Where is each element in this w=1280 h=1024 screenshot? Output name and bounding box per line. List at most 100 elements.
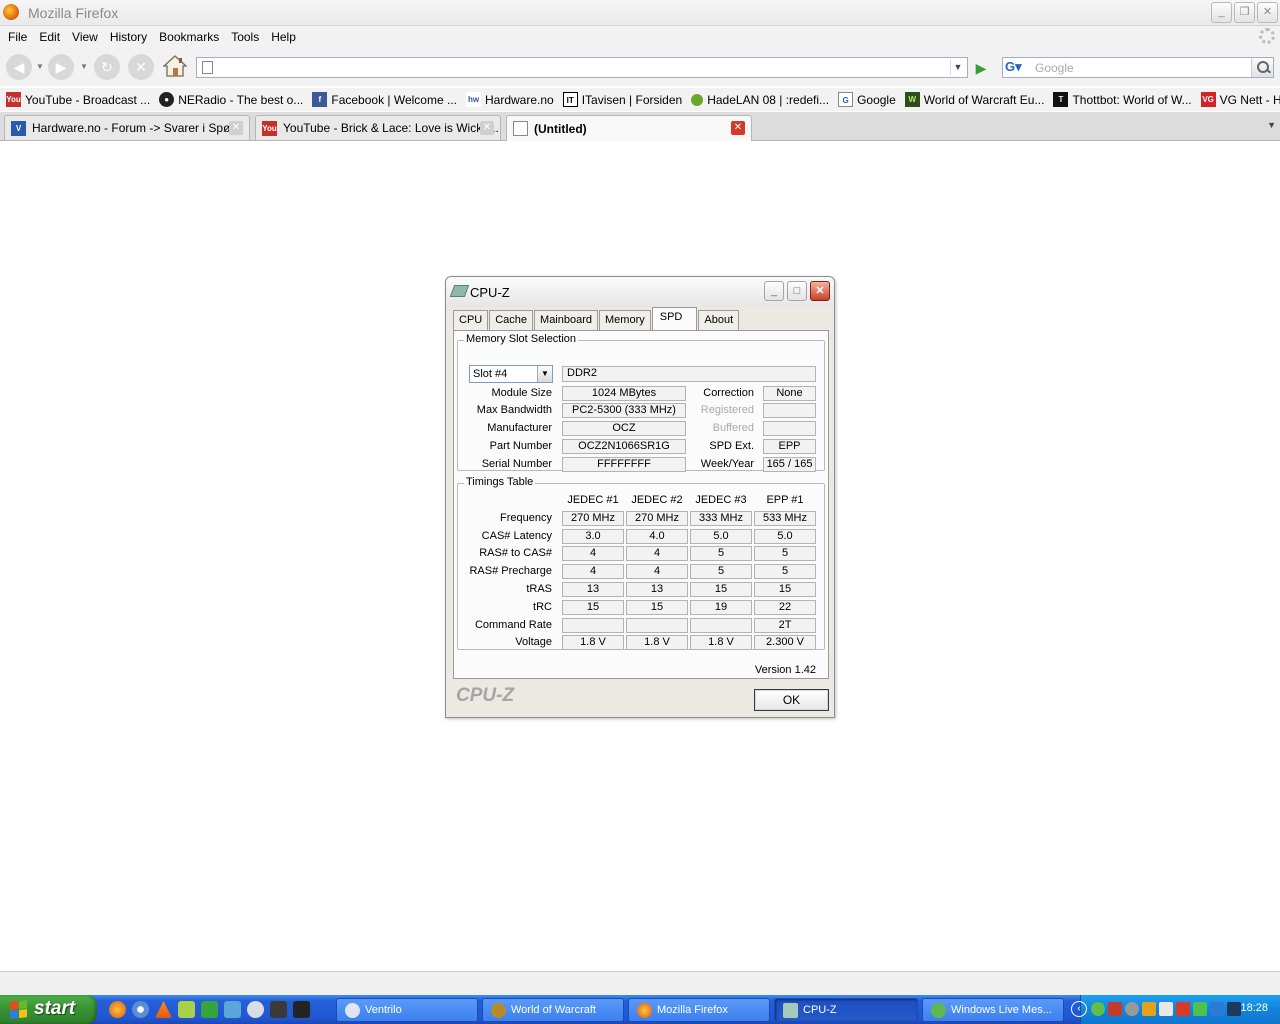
- wow-icon: [491, 1002, 506, 1018]
- timing-cell: 15: [754, 582, 816, 597]
- bookmark-google[interactable]: G Google: [838, 92, 896, 107]
- quicklaunch-steam-icon[interactable]: [293, 1001, 310, 1018]
- tab-about[interactable]: About: [698, 310, 740, 331]
- cpuz-icon: [783, 1002, 798, 1018]
- bookmark-hadelan[interactable]: HadeLAN 08 | :redefi...: [691, 93, 829, 107]
- close-button[interactable]: ✕: [1257, 2, 1278, 23]
- task-ventrilo[interactable]: Ventrilo: [336, 998, 478, 1022]
- timing-cell: 533 MHz: [754, 511, 816, 526]
- quicklaunch-messenger-icon[interactable]: [224, 1001, 241, 1018]
- tray-monitor-icon[interactable]: [1227, 1002, 1241, 1016]
- bookmark-youtube[interactable]: You YouTube - Broadcast ...: [6, 92, 150, 107]
- home-icon[interactable]: [163, 54, 187, 78]
- quicklaunch-media-player-icon[interactable]: [132, 1001, 149, 1018]
- go-button[interactable]: ▶: [972, 59, 990, 77]
- timing-cell: 270 MHz: [562, 511, 624, 526]
- cpuz-window: CPU-Z _ □ ✕ CPU Cache Mainboard Memory S…: [445, 276, 835, 718]
- tray-network-icon[interactable]: [1193, 1002, 1207, 1016]
- restore-button[interactable]: ❐: [1234, 2, 1255, 23]
- tray-app-icon[interactable]: [1108, 1002, 1122, 1016]
- buffered-value: [763, 421, 816, 436]
- timing-cell: 1.8 V: [562, 635, 624, 650]
- quicklaunch-ventrilo-icon[interactable]: [247, 1001, 264, 1018]
- bookmark-thottbot[interactable]: T Thottbot: World of W...: [1053, 92, 1192, 107]
- cpuz-maximize-button[interactable]: □: [787, 281, 807, 301]
- menu-file[interactable]: File: [2, 30, 33, 44]
- bookmark-vg[interactable]: VG VG Nett - Hovedsiden: [1200, 92, 1280, 107]
- tab-memory[interactable]: Memory: [599, 310, 651, 331]
- task-world-of-warcraft[interactable]: World of Warcraft: [482, 998, 624, 1022]
- tab-list-chevron-down-icon[interactable]: ▼: [1267, 120, 1276, 130]
- search-bar[interactable]: G▾ Google: [1002, 57, 1274, 78]
- radio-icon: ●: [159, 92, 175, 107]
- serial-number-label: Serial Number: [481, 458, 552, 470]
- url-history-dropdown[interactable]: ▼: [950, 60, 965, 75]
- menu-help[interactable]: Help: [265, 30, 302, 44]
- bookmark-hardware[interactable]: hw Hardware.no: [466, 92, 554, 107]
- cpuz-icon: [449, 285, 470, 297]
- tray-ventrilo-icon[interactable]: [1125, 1002, 1139, 1016]
- tab-hardware-forum[interactable]: V Hardware.no - Forum -> Svarer i Spør..…: [4, 115, 250, 140]
- timing-column-header: JEDEC #2: [631, 494, 683, 506]
- timing-row-label: tRAS: [526, 583, 552, 595]
- tab-spd[interactable]: SPD: [651, 307, 698, 330]
- tray-messenger-icon[interactable]: [1091, 1002, 1105, 1016]
- menu-view[interactable]: View: [66, 30, 104, 44]
- menu-tools[interactable]: Tools: [225, 30, 265, 44]
- cpuz-close-button[interactable]: ✕: [810, 281, 830, 301]
- tray-expand-chevron-icon[interactable]: ‹: [1071, 1001, 1087, 1017]
- timing-cell: 13: [626, 582, 688, 597]
- timing-cell: 2.300 V: [754, 635, 816, 650]
- bookmark-wow[interactable]: W World of Warcraft Eu...: [904, 92, 1044, 107]
- reload-button[interactable]: ↻: [94, 54, 120, 80]
- close-tab-icon[interactable]: ✕: [229, 121, 243, 135]
- menu-edit[interactable]: Edit: [33, 30, 66, 44]
- forward-history-dropdown[interactable]: ▼: [80, 62, 88, 71]
- task-windows-live-messenger[interactable]: Windows Live Mes...: [922, 998, 1064, 1022]
- task-cpu-z[interactable]: CPU-Z: [774, 998, 918, 1022]
- close-tab-icon[interactable]: ✕: [480, 121, 494, 135]
- timing-cell: 2T: [754, 618, 816, 633]
- tray-shield-icon[interactable]: [1210, 1002, 1224, 1016]
- start-button[interactable]: start: [0, 995, 97, 1024]
- bookmark-itavisen[interactable]: IT ITavisen | Forsiden: [562, 92, 682, 107]
- back-button[interactable]: ◀: [6, 54, 32, 80]
- slot-select[interactable]: Slot #4 ▼: [469, 365, 553, 383]
- minimize-button[interactable]: _: [1211, 2, 1232, 23]
- quicklaunch-vlc-icon[interactable]: [155, 1001, 172, 1018]
- tab-cache[interactable]: Cache: [489, 310, 534, 331]
- search-icon[interactable]: [1251, 58, 1273, 77]
- search-input[interactable]: Google: [1035, 61, 1074, 75]
- url-bar[interactable]: ▼: [196, 57, 968, 78]
- timing-cell: 4: [626, 546, 688, 561]
- forward-button[interactable]: ▶: [48, 54, 74, 80]
- bookmark-facebook[interactable]: f Facebook | Welcome ...: [312, 92, 457, 107]
- bookmark-neradio[interactable]: ● NERadio - The best o...: [159, 92, 303, 107]
- google-engine-icon[interactable]: G▾: [1005, 59, 1033, 76]
- tab-untitled[interactable]: (Untitled) ✕: [506, 115, 752, 141]
- tab-cpu[interactable]: CPU: [453, 310, 489, 331]
- spd-ext-label: SPD Ext.: [709, 440, 754, 452]
- tray-volume-icon[interactable]: [1159, 1002, 1173, 1016]
- cpuz-minimize-button[interactable]: _: [764, 281, 784, 301]
- timing-cell: 270 MHz: [626, 511, 688, 526]
- stop-button[interactable]: ✕: [128, 54, 154, 80]
- bookmarks-toolbar: You YouTube - Broadcast ... ● NERadio - …: [0, 88, 1280, 111]
- tray-security-icon[interactable]: [1142, 1002, 1156, 1016]
- tray-alert-icon[interactable]: [1176, 1002, 1190, 1016]
- quicklaunch-game-icon[interactable]: [270, 1001, 287, 1018]
- quicklaunch-firefox-icon[interactable]: [109, 1001, 126, 1018]
- tab-mainboard[interactable]: Mainboard: [534, 310, 599, 331]
- task-mozilla-firefox[interactable]: Mozilla Firefox: [628, 998, 770, 1022]
- ok-button[interactable]: OK: [754, 689, 829, 711]
- windows-logo-icon: [10, 1000, 27, 1019]
- chevron-down-icon[interactable]: ▼: [537, 366, 552, 382]
- tab-youtube[interactable]: You YouTube - Brick & Lace: Love is Wick…: [255, 115, 501, 140]
- close-tab-icon[interactable]: ✕: [731, 121, 745, 135]
- back-history-dropdown[interactable]: ▼: [36, 62, 44, 71]
- timings-table-group: Timings Table JEDEC #1 JEDEC #2 JEDEC #3…: [457, 476, 825, 650]
- quicklaunch-ccleaner-icon[interactable]: [201, 1001, 218, 1018]
- menu-history[interactable]: History: [104, 30, 153, 44]
- quicklaunch-app-icon[interactable]: [178, 1001, 195, 1018]
- menu-bookmarks[interactable]: Bookmarks: [153, 30, 225, 44]
